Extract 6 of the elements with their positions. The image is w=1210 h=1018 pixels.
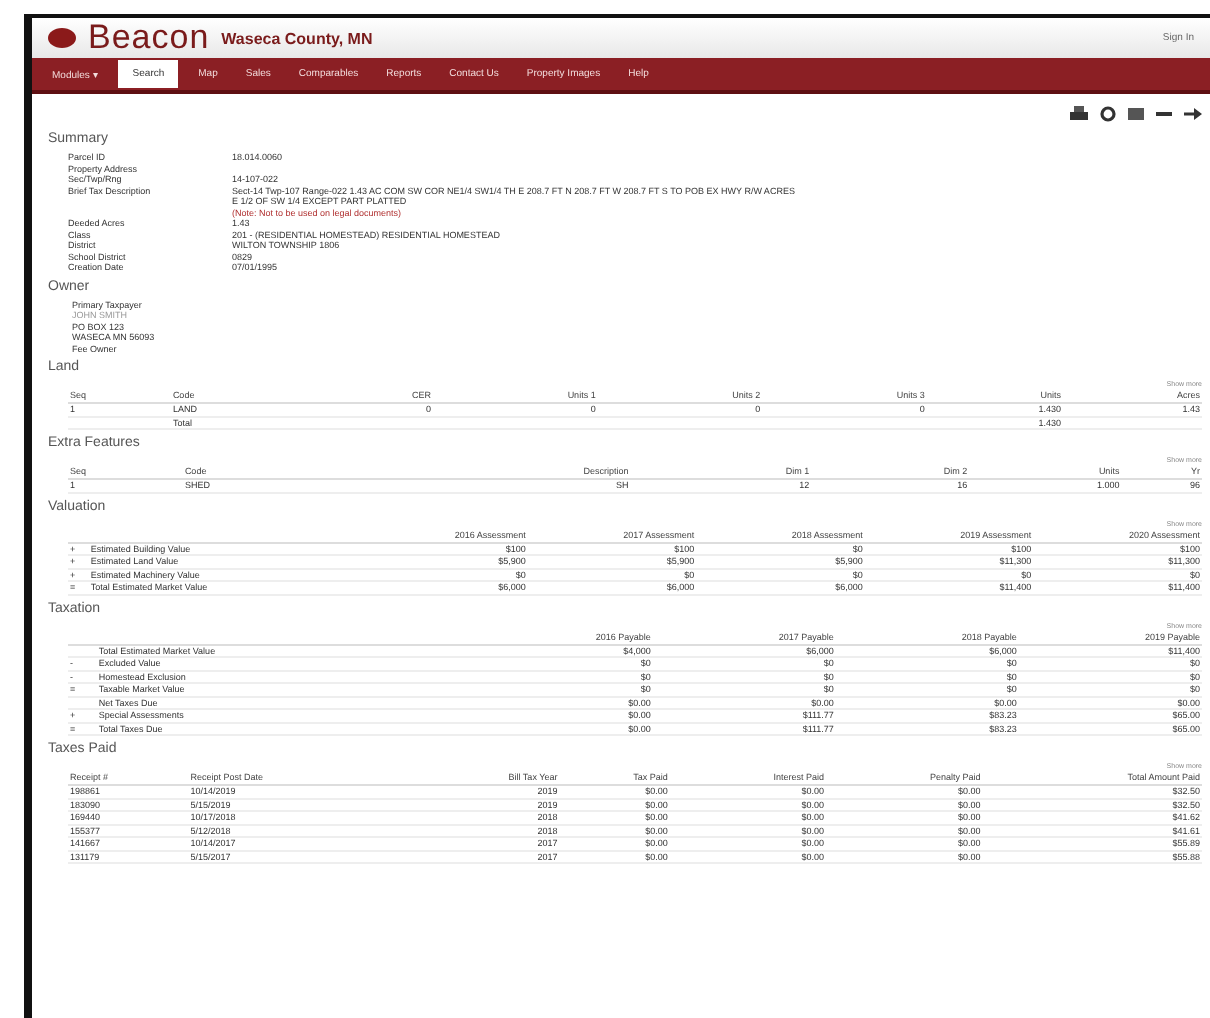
logo-icon [48,28,76,48]
site-title: Waseca County, MN [221,29,373,47]
print-icon[interactable] [1070,106,1088,122]
minus-icon[interactable] [1156,110,1172,118]
logo-text: Beacon [88,18,210,58]
arrow-icon[interactable] [1184,108,1202,120]
